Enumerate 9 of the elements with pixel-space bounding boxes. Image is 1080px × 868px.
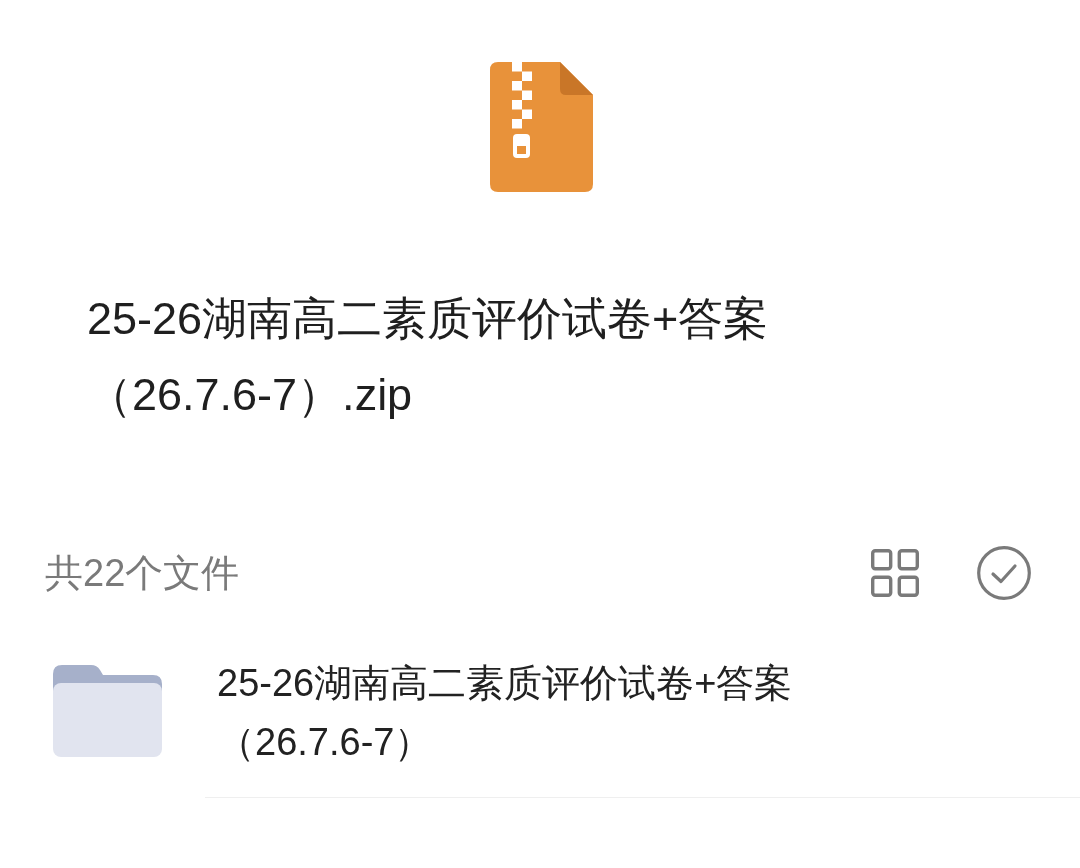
file-count: 共22个文件 xyxy=(45,550,241,596)
grid-view-icon xyxy=(871,549,919,597)
folder-icon xyxy=(53,665,162,757)
file-name: 25-26湖南高二素质评价试卷+答案（26.7.6-7）.zip xyxy=(87,292,770,422)
select-button[interactable] xyxy=(977,546,1031,600)
zip-file-icon xyxy=(490,62,593,192)
grid-view-button[interactable] xyxy=(871,549,919,597)
folder-name[interactable]: 25-26湖南高二素质评价试卷+答案（26.7.6-7） xyxy=(217,654,814,772)
check-circle-icon xyxy=(977,546,1031,600)
